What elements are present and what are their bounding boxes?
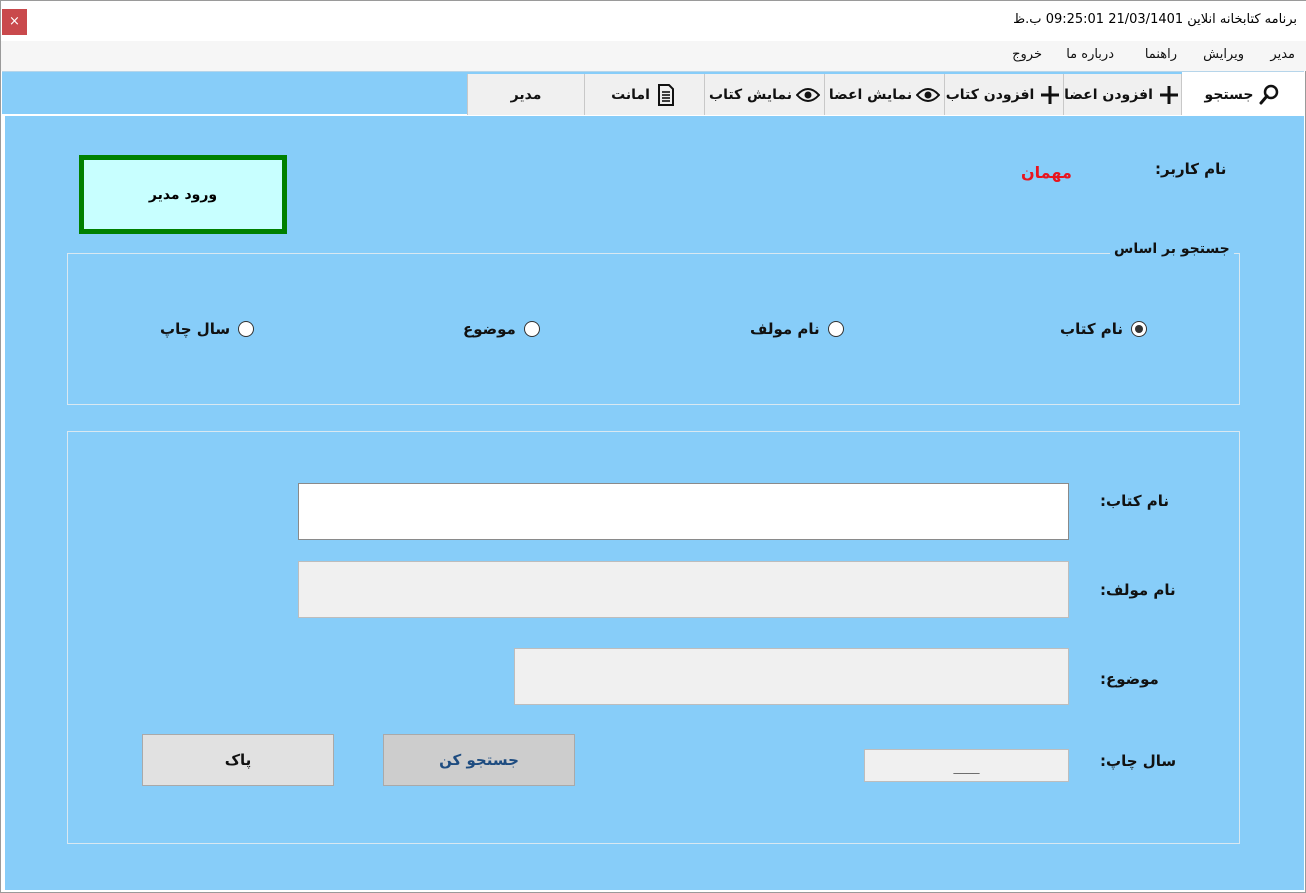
subject-label: موضوع: [1100, 670, 1159, 688]
author-label: نام مولف: [1100, 581, 1176, 599]
plus-icon [1038, 83, 1062, 107]
subject-input[interactable] [514, 648, 1069, 705]
tab-show-books[interactable]: نمایش کتاب [705, 74, 825, 115]
radio-subject[interactable]: موضوع [463, 320, 540, 338]
menu-item-help[interactable]: راهنما [1145, 47, 1177, 62]
tab-admin-label: مدیر [510, 86, 542, 103]
radio-button[interactable] [1131, 321, 1148, 337]
tab-search-label: جستجو [1204, 86, 1254, 103]
window-title: برنامه کتابخانه انلاین 21/03/1401 09:25:… [1013, 12, 1297, 27]
radio-button[interactable] [238, 321, 255, 337]
tab-show-books-label: نمایش کتاب [709, 86, 793, 103]
username-value: مهمان [1021, 163, 1072, 182]
tab-show-members-label: نمایش اعضا [828, 86, 913, 103]
tab-admin[interactable]: مدیر [467, 74, 585, 115]
radio-selected-dot [1135, 325, 1144, 333]
search-by-title: جستجو بر اساس [1110, 241, 1234, 257]
admin-login-button[interactable]: ورود مدیر [79, 155, 287, 234]
username-label: نام کاربر: [1155, 160, 1227, 178]
eye-icon [796, 83, 821, 107]
search-icon [1257, 83, 1281, 107]
tab-add-members[interactable]: افزودن اعضا [1064, 74, 1182, 115]
radio-subject-label: موضوع [463, 320, 516, 338]
radio-year-label: سال چاپ [160, 320, 231, 338]
search-panel: ورود مدیر نام کاربر: مهمان جستجو بر اساس… [5, 116, 1304, 890]
menu-item-edit[interactable]: ویرایش [1203, 47, 1244, 62]
radio-book-name[interactable]: نام کتاب [1060, 320, 1148, 338]
radio-book-name-label: نام کتاب [1060, 320, 1124, 338]
radio-author-label: نام مولف [750, 320, 820, 338]
tab-add-book[interactable]: افزودن کتاب [945, 74, 1064, 115]
app-window: برنامه کتابخانه انلاین 21/03/1401 09:25:… [0, 0, 1306, 893]
radio-author[interactable]: نام مولف [750, 320, 844, 338]
year-label: سال چاپ: [1100, 752, 1177, 770]
plus-icon [1157, 83, 1181, 107]
tab-show-members[interactable]: نمایش اعضا [825, 74, 945, 115]
tab-loan[interactable]: امانت [585, 74, 705, 115]
author-input[interactable] [298, 561, 1069, 618]
year-masked-input[interactable]: ____ [864, 749, 1069, 782]
close-button[interactable]: × [2, 9, 27, 35]
title-bar: برنامه کتابخانه انلاین 21/03/1401 09:25:… [1, 1, 1306, 41]
menu-item-admin[interactable]: مدیر [1270, 47, 1295, 62]
tab-add-members-label: افزودن اعضا [1064, 86, 1153, 103]
tab-search[interactable]: جستجو [1182, 72, 1304, 117]
tab-loan-label: امانت [611, 86, 650, 103]
radio-button[interactable] [523, 321, 540, 337]
menu-item-about[interactable]: درباره ما [1066, 47, 1114, 62]
menu-bar: مدیر ویرایش راهنما درباره ما خروج [1, 41, 1306, 71]
book-name-input[interactable] [298, 483, 1069, 540]
menu-item-exit[interactable]: خروج [1012, 47, 1042, 62]
clear-button[interactable]: پاک [142, 734, 334, 786]
document-icon [654, 83, 678, 107]
book-name-label: نام کتاب: [1100, 492, 1170, 510]
tab-add-book-label: افزودن کتاب [945, 86, 1035, 103]
radio-button[interactable] [827, 321, 844, 337]
radio-year[interactable]: سال چاپ [160, 320, 255, 338]
search-button[interactable]: جستجو کن [383, 734, 575, 786]
tab-strip: جستجو افزودن اعضا افزودن کتاب نمایش اعضا… [2, 71, 1304, 117]
eye-icon [916, 83, 941, 107]
